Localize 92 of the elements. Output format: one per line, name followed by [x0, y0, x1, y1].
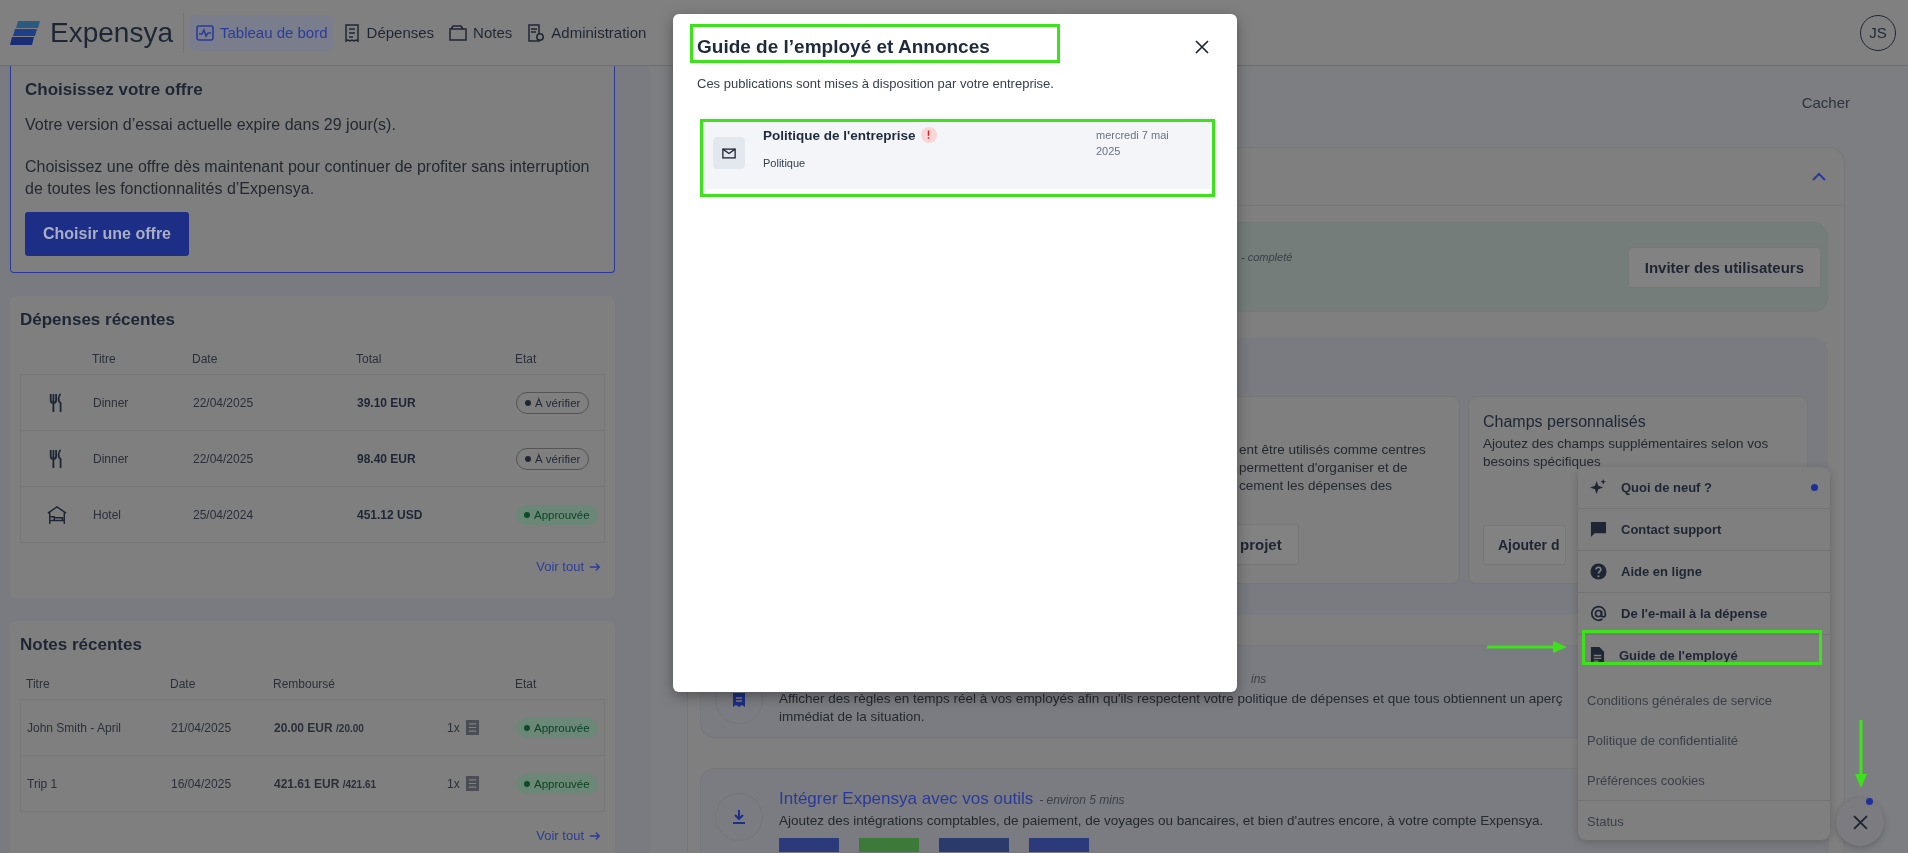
- status-badge: Approuvée: [516, 773, 598, 794]
- arrow-right-icon: [589, 560, 601, 573]
- envelope-icon: [713, 137, 745, 169]
- column-header: Titre: [26, 677, 51, 691]
- column-header: Total: [356, 352, 383, 366]
- receipt-icon: [465, 720, 479, 735]
- receipt-count: 1x: [447, 776, 460, 791]
- close-icon: [1852, 814, 1868, 830]
- folder-icon: [448, 22, 469, 43]
- menu-item[interactable]: Status: [1578, 800, 1830, 840]
- menu-item[interactable]: De l'e-mail à la dépense: [1578, 592, 1830, 634]
- column-header: Etat: [515, 677, 538, 691]
- menu-item[interactable]: Politique de confidentialité: [1578, 720, 1830, 760]
- menu-item[interactable]: Aide en ligne: [1578, 550, 1830, 592]
- see-all-link[interactable]: Voir tout: [536, 559, 601, 574]
- feature-description: ent être utilisés comme centres permettent d'organiser et de cement les dépenses des: [1239, 441, 1427, 495]
- menu-item[interactable]: Préférences cookies: [1578, 760, 1830, 800]
- column-header: Etat: [515, 352, 538, 366]
- at-sign-icon: [1590, 605, 1607, 622]
- sparkle-icon: [1590, 479, 1607, 496]
- offer-text: Votre version d’essai actuelle expire dans 29 jour(s).: [25, 115, 397, 135]
- choose-offer-button[interactable]: Choisir une offre: [25, 212, 189, 256]
- progress-note: - completé: [1241, 251, 1293, 263]
- table-cell-text: 22/04/2025: [193, 451, 255, 466]
- table-cell-text: 21/04/2025: [171, 720, 233, 735]
- offer-text: Choisissez une offre dès maintenant pour continuer de profiter sans interruption de toutes les fonctionnalités d’Expensya.: [25, 157, 591, 199]
- task-description: Ajoutez des intégrations comptables, de paiement, de voyages ou bancaires, et bien d'autres encore, à votre compte Expensya.: [779, 812, 1544, 830]
- document-icon: [1590, 647, 1605, 664]
- table-cell-text: 20.00 EUR /20.00: [274, 720, 365, 735]
- table-cell-text: 421.61 EUR /421.61: [274, 776, 378, 791]
- column-header: Remboursé: [273, 677, 337, 691]
- card-title: Dépenses récentes: [20, 310, 176, 330]
- menu-item[interactable]: Conditions générales de service: [1578, 680, 1830, 720]
- nav-tab[interactable]: Tableau de bord: [189, 14, 333, 51]
- partner-logo: [779, 838, 839, 852]
- table-cell-text: 22/04/2025: [193, 395, 255, 410]
- announcement-item[interactable]: Politique de l'entreprise Politique mercredi 7 mai 2025: [703, 117, 1212, 189]
- status-badge: Approuvée: [516, 717, 598, 738]
- logo-icon: [10, 18, 42, 47]
- table-cell-text: Trip 1: [27, 776, 59, 791]
- menu-item[interactable]: Contact support: [1578, 508, 1830, 550]
- table-cell-text: Dinner: [93, 395, 130, 410]
- dialog-title: Guide de l’employé et Annonces: [697, 36, 990, 58]
- logo-text: Expensya: [50, 16, 173, 49]
- receipt-count: 1x: [447, 720, 460, 735]
- task-duration: ins: [1251, 672, 1267, 686]
- announcement-title: Politique de l'entreprise: [763, 127, 916, 143]
- table-cell-text: 98.40 EUR: [357, 451, 417, 466]
- feature-button[interactable]: Ajouter d: [1483, 525, 1567, 565]
- partner-logo: [859, 838, 919, 852]
- document-gear-icon: [526, 22, 547, 43]
- arrow-right-icon: [589, 829, 601, 842]
- column-header: Titre: [92, 352, 117, 366]
- table-cell-text: John Smith - April: [27, 720, 123, 735]
- card-title: Notes récentes: [20, 635, 143, 655]
- column-header: Date: [192, 352, 219, 366]
- column-header: Date: [170, 677, 197, 691]
- download-icon: [731, 809, 747, 825]
- nav-tab[interactable]: Dépenses: [336, 14, 440, 51]
- table-cell-text: 39.10 EUR: [357, 395, 417, 410]
- nav-tab[interactable]: Administration: [521, 14, 652, 51]
- annotation-arrow: [1855, 720, 1867, 788]
- table-cell-text: 25/04/2024: [193, 507, 255, 522]
- status-badge: Approuvée: [516, 504, 598, 525]
- table-cell-text: 16/04/2025: [171, 776, 233, 791]
- partner-logo: [939, 838, 1009, 852]
- announcement-date: mercredi 7 mai 2025: [1096, 128, 1170, 159]
- announcement-category: Politique: [763, 157, 807, 169]
- invite-users-button[interactable]: Inviter des utilisateurs: [1627, 246, 1821, 288]
- close-icon[interactable]: [1195, 40, 1209, 54]
- task-description: Afficher des règles en temps réel à vos employés afin qu'ils respectent votre politique de dépenses et que tous obtiennent un aperç immédiat de la situation.: [779, 690, 1563, 726]
- help-icon: [1590, 563, 1607, 580]
- receipt-icon: [731, 692, 747, 708]
- task-title[interactable]: Intégrer Expensya avec vos outils: [779, 789, 1034, 809]
- table-cell-text: Hotel: [93, 507, 122, 522]
- feature-button[interactable]: projet: [1235, 524, 1299, 565]
- chevron-icon[interactable]: [1812, 171, 1826, 182]
- nav-tab[interactable]: Notes: [443, 14, 518, 51]
- card-title: Choisissez votre offre: [25, 80, 204, 100]
- receipt-icon: [465, 776, 479, 791]
- task-duration: - environ 5 mins: [1039, 793, 1125, 807]
- menu-item[interactable]: Guide de l'employé: [1578, 634, 1830, 676]
- hide-link[interactable]: Cacher: [1801, 94, 1850, 130]
- see-all-link[interactable]: Voir tout: [536, 828, 601, 843]
- partner-logo: [1029, 838, 1089, 852]
- feature-title: Champs personnalisés: [1483, 413, 1647, 431]
- chart-icon: [194, 22, 215, 43]
- table-cell-text: 451.12 USD: [357, 507, 424, 522]
- hotel-bed-icon: [47, 504, 67, 525]
- chat-icon: [1590, 521, 1607, 538]
- table-cell-text: Dinner: [93, 451, 130, 466]
- dialog-subtitle: Ces publications sont mises à disposition par votre entreprise.: [697, 76, 1055, 91]
